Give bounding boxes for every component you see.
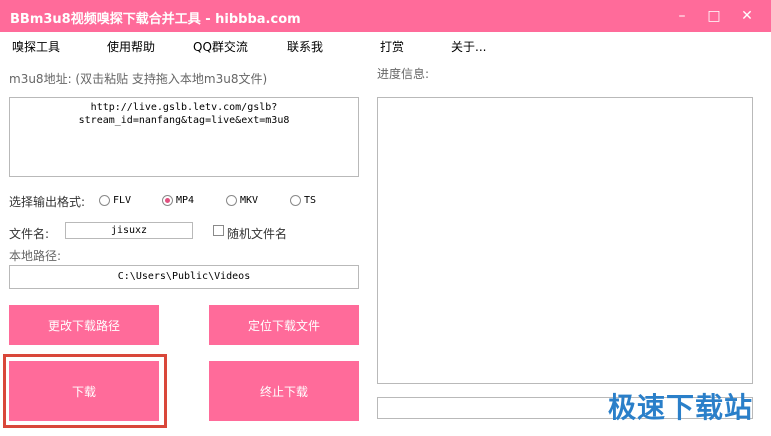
menu-about[interactable]: 关于... — [451, 38, 486, 55]
radio-checked-icon — [162, 195, 173, 206]
filename-label: 文件名: — [9, 227, 50, 241]
watermark-logo: 极速下载站 — [607, 391, 753, 424]
m3u8-label: m3u8地址: (双击粘贴 支持拖入本地m3u8文件) — [9, 72, 268, 86]
format-option-mp4[interactable]: MP4 — [162, 195, 194, 206]
menu-contact[interactable]: 联系我 — [287, 38, 323, 55]
menu-qq-group[interactable]: QQ群交流 — [193, 38, 248, 55]
m3u8-url-line2: stream_id=nanfang&tag=live&ext=m3u8 — [78, 115, 290, 126]
close-button[interactable]: ✕ — [737, 6, 757, 26]
locate-file-button[interactable]: 定位下载文件 — [209, 305, 359, 345]
menu-bar: 嗅探工具 使用帮助 QQ群交流 联系我 打赏 关于... — [0, 32, 771, 58]
filename-input[interactable]: jisuxz — [65, 222, 193, 239]
radio-icon — [226, 195, 237, 206]
progress-label: 进度信息: — [377, 67, 430, 81]
path-label: 本地路径: — [9, 249, 62, 263]
random-filename-checkbox[interactable] — [213, 225, 224, 236]
format-option-mkv[interactable]: MKV — [226, 195, 258, 206]
format-option-flv[interactable]: FLV — [99, 195, 131, 206]
progress-log[interactable] — [377, 97, 753, 384]
window-title: BBm3u8视频嗅探下载合并工具 - hibbba.com — [10, 12, 301, 27]
menu-sniff-tool[interactable]: 嗅探工具 — [12, 38, 60, 55]
minimize-button[interactable]: – — [672, 6, 692, 26]
m3u8-url-input[interactable]: http://live.gslb.letv.com/gslb? stream_i… — [9, 97, 359, 177]
download-button[interactable]: 下载 — [9, 361, 159, 421]
maximize-button[interactable]: □ — [704, 6, 724, 26]
title-bar: BBm3u8视频嗅探下载合并工具 - hibbba.com – □ ✕ — [0, 0, 771, 32]
change-path-button[interactable]: 更改下载路径 — [9, 305, 159, 345]
radio-icon — [290, 195, 301, 206]
radio-icon — [99, 195, 110, 206]
stop-download-button[interactable]: 终止下载 — [209, 361, 359, 421]
random-filename-label: 随机文件名 — [227, 227, 288, 241]
menu-help[interactable]: 使用帮助 — [107, 38, 155, 55]
path-input[interactable]: C:\Users\Public\Videos — [9, 265, 359, 289]
format-option-ts[interactable]: TS — [290, 195, 316, 206]
format-label: 选择输出格式: — [9, 195, 86, 209]
menu-donate[interactable]: 打赏 — [380, 38, 404, 55]
m3u8-url-line1: http://live.gslb.letv.com/gslb? — [90, 102, 278, 113]
